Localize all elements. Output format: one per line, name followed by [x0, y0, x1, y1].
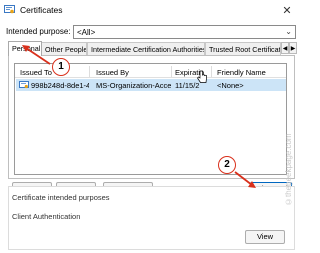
- callout-1: 1: [52, 58, 70, 76]
- callout-1-arrowhead: [22, 45, 30, 52]
- callout-2: 2: [218, 156, 236, 174]
- callout-2-arrow: [234, 171, 253, 186]
- callout-arrows: [22, 45, 256, 188]
- hand-cursor-icon: [197, 70, 207, 83]
- callout-1-arrow: [25, 47, 51, 65]
